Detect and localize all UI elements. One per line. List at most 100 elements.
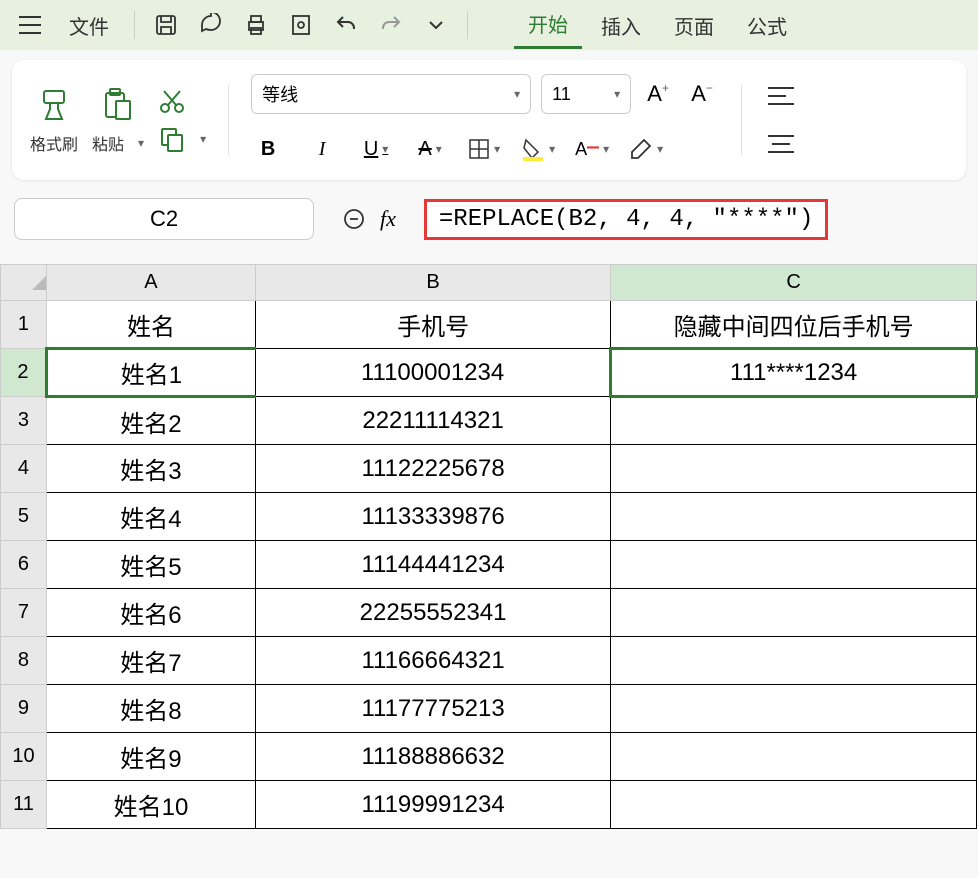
font-size-select[interactable]: 11 ▾ — [541, 74, 631, 114]
column-header-c[interactable]: C — [611, 265, 977, 301]
format-painter-label: 格式刷 — [30, 131, 78, 155]
print-preview-icon[interactable] — [281, 5, 321, 45]
cell[interactable] — [611, 685, 977, 733]
chevron-down-icon: ▾ — [614, 87, 620, 101]
row-header[interactable]: 5 — [1, 493, 47, 541]
cell[interactable]: 姓名9 — [46, 733, 255, 781]
separator — [741, 85, 742, 155]
bold-button[interactable]: B — [251, 132, 285, 166]
cell[interactable]: 姓名6 — [46, 589, 255, 637]
row-header[interactable]: 4 — [1, 445, 47, 493]
expand-icon[interactable] — [342, 207, 366, 231]
cell[interactable]: 姓名10 — [46, 781, 255, 829]
cell[interactable] — [611, 445, 977, 493]
select-all-corner[interactable] — [1, 265, 47, 301]
cell[interactable] — [611, 733, 977, 781]
row-header[interactable]: 1 — [1, 301, 47, 349]
cell[interactable]: 22255552341 — [255, 589, 610, 637]
format-painter-icon[interactable] — [30, 85, 78, 125]
column-header-b[interactable]: B — [255, 265, 610, 301]
cell[interactable] — [611, 781, 977, 829]
paste-icon[interactable] — [94, 85, 142, 125]
paste-group: 粘贴 ▾ — [92, 85, 144, 155]
undo-icon[interactable] — [326, 5, 366, 45]
align-icon[interactable] — [764, 79, 798, 113]
cell[interactable]: 姓名2 — [46, 397, 255, 445]
cell[interactable] — [611, 637, 977, 685]
cell[interactable]: 11122225678 — [255, 445, 610, 493]
cell[interactable]: 姓名7 — [46, 637, 255, 685]
print-icon[interactable] — [236, 5, 276, 45]
row-header[interactable]: 10 — [1, 733, 47, 781]
copy-icon[interactable] — [158, 125, 186, 153]
cell[interactable]: 11133339876 — [255, 493, 610, 541]
menu-bar: 文件 开始 插入 页面 公式 — [0, 0, 978, 50]
cell[interactable]: 隐藏中间四位后手机号 — [611, 301, 977, 349]
fx-icon[interactable]: fx — [380, 206, 396, 232]
cell[interactable]: 姓名1 — [46, 349, 255, 397]
cell-selected[interactable]: 111****1234 — [611, 349, 977, 397]
redo-icon[interactable] — [371, 5, 411, 45]
cell[interactable]: 姓名8 — [46, 685, 255, 733]
cell[interactable] — [611, 493, 977, 541]
formula-bar: C2 fx =REPLACE(B2, 4, 4, "****") — [0, 190, 978, 248]
cell[interactable] — [611, 397, 977, 445]
hamburger-icon[interactable] — [10, 5, 50, 45]
row-header[interactable]: 2 — [1, 349, 47, 397]
format-painter-group: 格式刷 — [30, 85, 78, 155]
cell[interactable]: 姓名5 — [46, 541, 255, 589]
align-icon-2[interactable] — [764, 127, 798, 161]
chevron-down-icon[interactable]: ▾ — [200, 132, 206, 146]
cut-icon[interactable] — [158, 87, 186, 115]
increase-font-icon[interactable]: A+ — [641, 77, 675, 111]
cell[interactable]: 11144441234 — [255, 541, 610, 589]
separator — [467, 11, 468, 39]
row-header[interactable]: 11 — [1, 781, 47, 829]
column-header-a[interactable]: A — [46, 265, 255, 301]
chevron-down-icon[interactable]: ▾ — [138, 136, 144, 150]
cell[interactable]: 11100001234 — [255, 349, 610, 397]
underline-button[interactable]: U▾ — [359, 132, 393, 166]
tab-start[interactable]: 开始 — [514, 1, 582, 49]
cell[interactable]: 姓名 — [46, 301, 255, 349]
fill-color-button[interactable]: ▾ — [521, 132, 555, 166]
tab-page[interactable]: 页面 — [660, 3, 728, 48]
font-size-value: 11 — [552, 84, 571, 105]
cell[interactable]: 手机号 — [255, 301, 610, 349]
borders-button[interactable]: ▾ — [467, 132, 501, 166]
cell[interactable] — [611, 541, 977, 589]
save-icon[interactable] — [146, 5, 186, 45]
row-header[interactable]: 6 — [1, 541, 47, 589]
separator — [134, 11, 135, 39]
strikethrough-button[interactable]: A▾ — [413, 132, 447, 166]
font-name-value: 等线 — [262, 81, 298, 107]
row-header[interactable]: 7 — [1, 589, 47, 637]
cell[interactable]: 11188886632 — [255, 733, 610, 781]
paste-label: 粘贴 — [92, 131, 124, 155]
decrease-font-icon[interactable]: A− — [685, 77, 719, 111]
row-header[interactable]: 3 — [1, 397, 47, 445]
share-icon[interactable] — [191, 5, 231, 45]
cell[interactable]: 22211114321 — [255, 397, 610, 445]
cell[interactable]: 11166664321 — [255, 637, 610, 685]
cell[interactable]: 11199991234 — [255, 781, 610, 829]
cell-reference-box[interactable]: C2 — [14, 198, 314, 240]
tab-insert[interactable]: 插入 — [587, 3, 655, 48]
formula-input[interactable]: =REPLACE(B2, 4, 4, "****") — [424, 199, 828, 240]
separator — [228, 85, 229, 155]
file-menu[interactable]: 文件 — [55, 3, 123, 48]
row-header[interactable]: 9 — [1, 685, 47, 733]
tab-formula[interactable]: 公式 — [733, 3, 801, 48]
eraser-button[interactable]: ▾ — [629, 132, 663, 166]
font-name-select[interactable]: 等线 ▾ — [251, 74, 531, 114]
dropdown-icon[interactable] — [416, 5, 456, 45]
italic-button[interactable]: I — [305, 132, 339, 166]
cell[interactable]: 11177775213 — [255, 685, 610, 733]
row-header[interactable]: 8 — [1, 637, 47, 685]
cell[interactable]: 姓名3 — [46, 445, 255, 493]
chevron-down-icon: ▾ — [514, 87, 520, 101]
cell[interactable]: 姓名4 — [46, 493, 255, 541]
cell[interactable] — [611, 589, 977, 637]
ribbon: 格式刷 粘贴 ▾ ▾ 等线 ▾ 11 — [12, 60, 966, 180]
font-color-button[interactable]: A ▾ — [575, 132, 609, 166]
